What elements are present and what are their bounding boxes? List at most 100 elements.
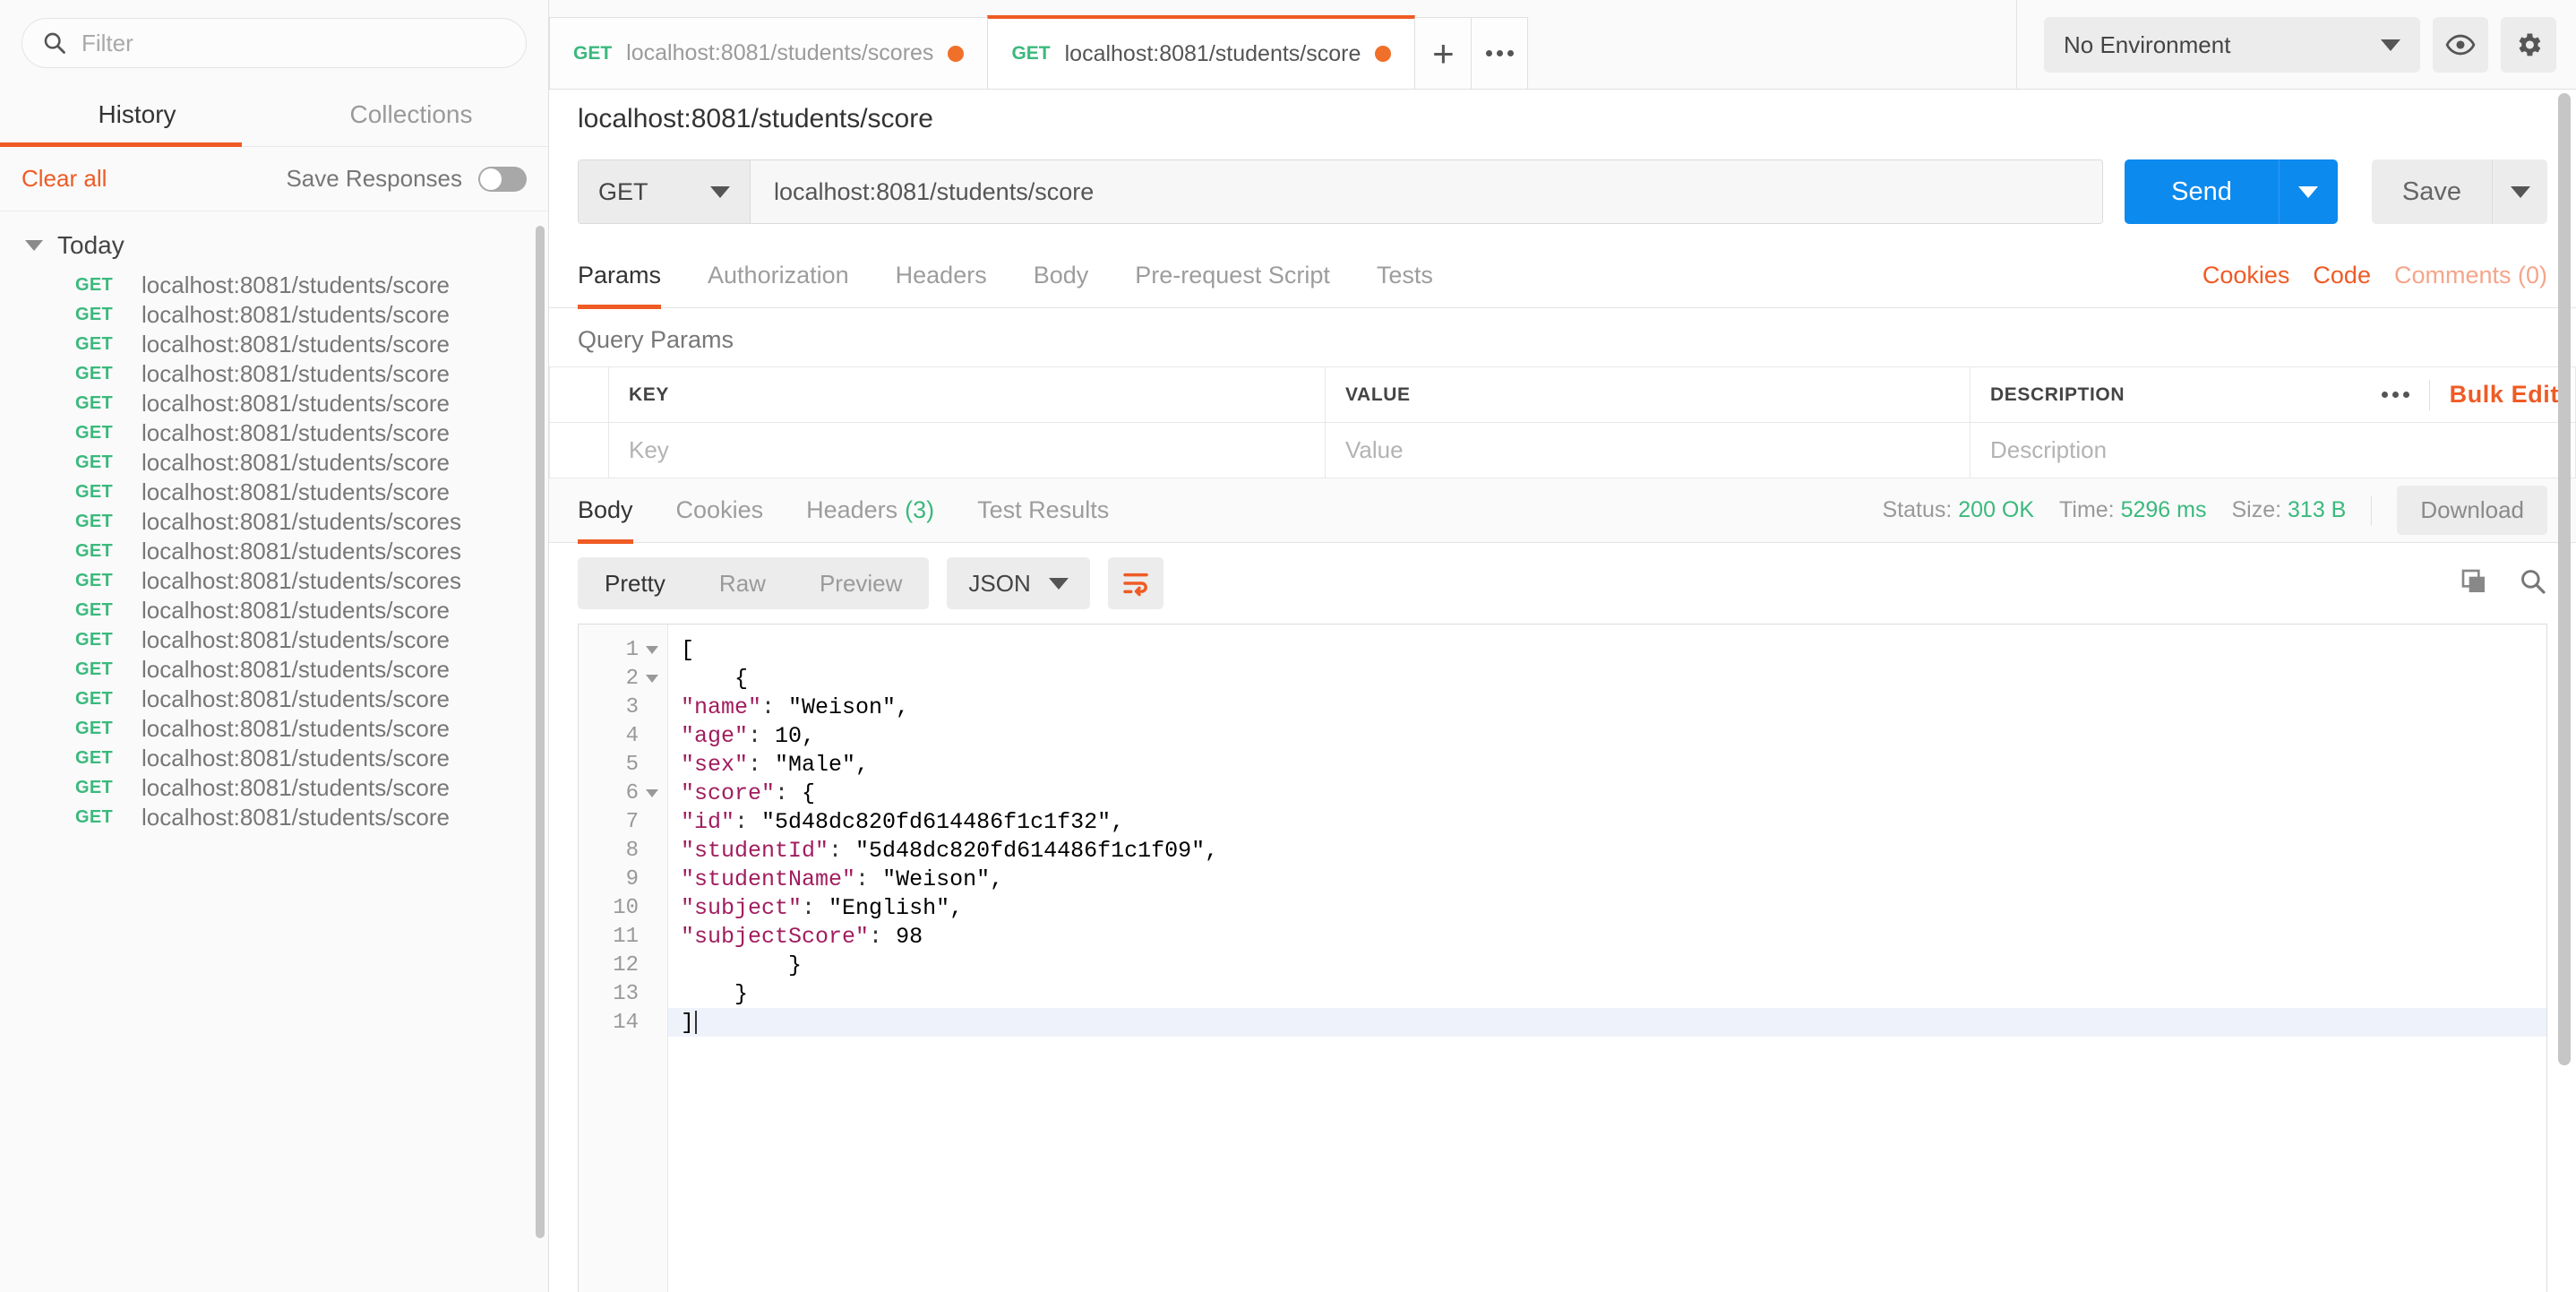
request-tab-title: localhost:8081/students/scores: [626, 40, 933, 66]
url-input[interactable]: [751, 160, 2102, 223]
param-value-cell[interactable]: Value: [1326, 423, 1971, 478]
view-mode-raw[interactable]: Raw: [692, 557, 793, 609]
sidebar-tab-collections[interactable]: Collections: [274, 82, 548, 146]
filter-box[interactable]: [21, 18, 527, 68]
code-link[interactable]: Code: [2313, 262, 2371, 289]
list-item[interactable]: GETlocalhost:8081/students/score: [0, 478, 548, 507]
send-options-button[interactable]: [2279, 159, 2338, 224]
cookies-link[interactable]: Cookies: [2202, 262, 2290, 289]
method-selector[interactable]: GET: [579, 160, 751, 223]
search-body-button[interactable]: [2519, 567, 2547, 600]
save-responses-toggle[interactable]: [478, 167, 527, 192]
fold-toggle-icon[interactable]: [646, 646, 658, 654]
history-item-url: localhost:8081/students/score: [142, 419, 450, 447]
clear-all-button[interactable]: Clear all: [21, 165, 107, 193]
view-mode-group: Pretty Raw Preview: [578, 557, 929, 609]
copy-button[interactable]: [2460, 567, 2488, 600]
view-mode-preview[interactable]: Preview: [793, 557, 929, 609]
list-item[interactable]: GETlocalhost:8081/students/scores: [0, 566, 548, 596]
code-content[interactable]: [ { "name": "Weison", "age": 10, "sex": …: [668, 624, 2546, 1292]
environment-selector[interactable]: No Environment: [2044, 17, 2420, 73]
view-mode-pretty[interactable]: Pretty: [578, 557, 692, 609]
response-tab-body[interactable]: Body: [578, 478, 655, 543]
request-subtabs: Params Authorization Headers Body Pre-re…: [549, 244, 2576, 308]
tab-headers[interactable]: Headers: [872, 244, 1010, 308]
list-item[interactable]: GETlocalhost:8081/students/score: [0, 744, 548, 773]
bulk-edit-button[interactable]: Bulk Edit: [2450, 381, 2559, 409]
list-item[interactable]: GETlocalhost:8081/students/score: [0, 714, 548, 744]
gear-icon: [2513, 30, 2544, 60]
list-item[interactable]: GETlocalhost:8081/students/score: [0, 389, 548, 418]
search-icon: [42, 30, 67, 56]
list-item[interactable]: GETlocalhost:8081/students/score: [0, 271, 548, 300]
row-checkbox-cell[interactable]: [550, 423, 609, 478]
list-item[interactable]: GETlocalhost:8081/students/scores: [0, 537, 548, 566]
main-panel: GET localhost:8081/students/scores GET l…: [549, 0, 2576, 1292]
tab-pre-request-script[interactable]: Pre-request Script: [1112, 244, 1353, 308]
tab-body[interactable]: Body: [1010, 244, 1112, 308]
list-item[interactable]: GETlocalhost:8081/students/score: [0, 685, 548, 714]
line-number: 4: [579, 721, 667, 750]
tab-authorization[interactable]: Authorization: [684, 244, 872, 308]
line-number: 14: [579, 1008, 667, 1037]
plus-icon: +: [1432, 35, 1455, 73]
save-button[interactable]: Save: [2372, 159, 2492, 224]
response-tab-headers[interactable]: Headers (3): [785, 478, 956, 543]
line-number: 2: [579, 664, 667, 693]
url-bar: GET: [578, 159, 2103, 224]
history-item-method: GET: [75, 778, 142, 798]
list-item[interactable]: GETlocalhost:8081/students/score: [0, 803, 548, 832]
download-button[interactable]: Download: [2397, 486, 2547, 535]
request-tab-2[interactable]: GET localhost:8081/students/score: [987, 15, 1415, 89]
tab-options-button[interactable]: [1471, 17, 1528, 89]
environment-quick-look-button[interactable]: [2433, 17, 2488, 73]
response-body-toolbar: Pretty Raw Preview JSON: [549, 543, 2576, 624]
request-tab-strip: GET localhost:8081/students/scores GET l…: [549, 0, 1527, 89]
request-tab-1[interactable]: GET localhost:8081/students/scores: [549, 17, 988, 89]
fold-toggle-icon[interactable]: [646, 789, 658, 797]
list-item[interactable]: GETlocalhost:8081/students/score: [0, 330, 548, 359]
tab-params[interactable]: Params: [578, 244, 684, 308]
size-group: Size: 313 B: [2231, 497, 2346, 523]
response-tab-label: Body: [578, 496, 633, 524]
column-header-description-label: DESCRIPTION: [1990, 384, 2125, 405]
code-line: "subject": "English",: [668, 893, 2546, 922]
list-item[interactable]: GETlocalhost:8081/students/scores: [0, 507, 548, 537]
sidebar: History Collections Clear all Save Respo…: [0, 0, 549, 1292]
list-item[interactable]: GETlocalhost:8081/students/score: [0, 359, 548, 389]
ellipsis-icon[interactable]: [2382, 392, 2409, 398]
save-options-button[interactable]: [2492, 159, 2547, 224]
list-item[interactable]: GETlocalhost:8081/students/score: [0, 418, 548, 448]
line-number: 10: [579, 893, 667, 922]
list-item[interactable]: GETlocalhost:8081/students/score: [0, 625, 548, 655]
settings-button[interactable]: [2501, 17, 2556, 73]
new-tab-button[interactable]: +: [1414, 17, 1472, 89]
history-group-today[interactable]: Today: [0, 220, 548, 271]
code-line: }: [668, 951, 2546, 979]
line-number: 9: [579, 865, 667, 893]
format-selector[interactable]: JSON: [947, 557, 1089, 609]
list-item[interactable]: GETlocalhost:8081/students/score: [0, 773, 548, 803]
sidebar-scrollbar[interactable]: [536, 226, 545, 1238]
list-item[interactable]: GETlocalhost:8081/students/score: [0, 596, 548, 625]
time-value: 5296 ms: [2121, 497, 2207, 522]
list-item[interactable]: GETlocalhost:8081/students/score: [0, 448, 548, 478]
list-item[interactable]: GETlocalhost:8081/students/score: [0, 655, 548, 685]
send-button[interactable]: Send: [2125, 159, 2279, 224]
history-item-url: localhost:8081/students/scores: [142, 567, 461, 595]
chevron-down-icon: [1049, 578, 1069, 590]
response-tab-test-results[interactable]: Test Results: [956, 478, 1130, 543]
tab-tests[interactable]: Tests: [1353, 244, 1456, 308]
history-item-url: localhost:8081/students/scores: [142, 508, 461, 536]
param-description-cell[interactable]: Description: [1971, 423, 2576, 478]
word-wrap-button[interactable]: [1108, 557, 1163, 609]
request-tab-method: GET: [1011, 43, 1050, 65]
response-tab-cookies[interactable]: Cookies: [655, 478, 786, 543]
main-scrollbar[interactable]: [2558, 93, 2571, 1065]
param-key-cell[interactable]: Key: [609, 423, 1326, 478]
fold-toggle-icon[interactable]: [646, 675, 658, 683]
sidebar-tab-history[interactable]: History: [0, 82, 274, 146]
list-item[interactable]: GETlocalhost:8081/students/score: [0, 300, 548, 330]
comments-link[interactable]: Comments (0): [2394, 262, 2547, 289]
search-input[interactable]: [82, 30, 506, 57]
